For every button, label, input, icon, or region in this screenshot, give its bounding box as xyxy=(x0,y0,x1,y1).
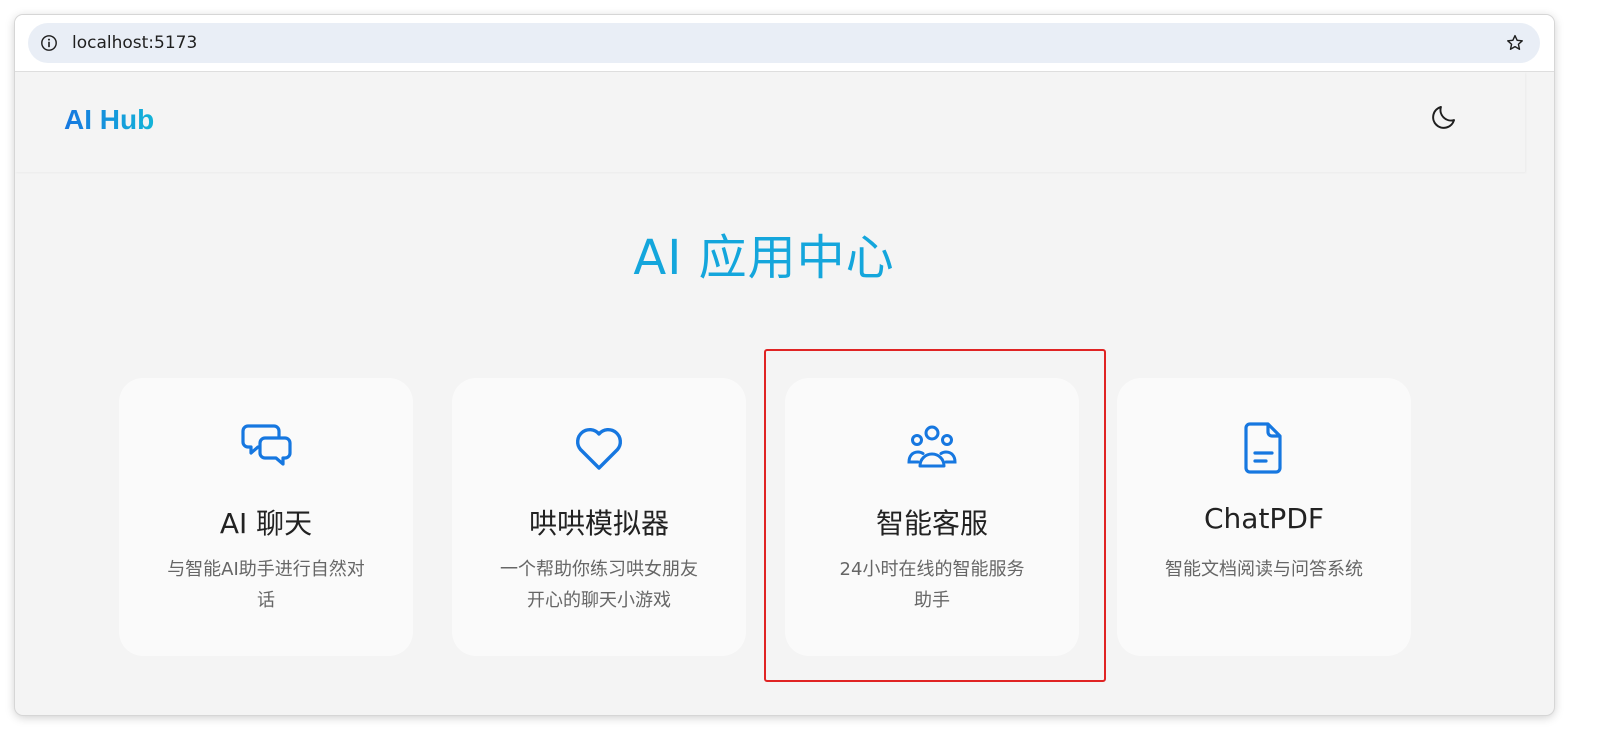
card-description: 一个帮助你练习哄女朋友开心的聊天小游戏 xyxy=(500,559,698,611)
page-title: AI 应用中心 xyxy=(633,230,895,286)
browser-toolbar: localhost:5173 xyxy=(15,15,1554,72)
card-smart-support[interactable]: 智能客服 24小时在线的智能服务助手 xyxy=(785,378,1079,656)
card-title: 哄哄模拟器 xyxy=(528,507,669,540)
card-ai-chat[interactable]: AI 聊天 与智能AI助手进行自然对话 xyxy=(119,378,413,656)
heart-icon xyxy=(575,427,623,470)
info-icon[interactable] xyxy=(40,34,58,52)
card-description: 24小时在线的智能服务助手 xyxy=(839,559,1025,611)
app-logo[interactable]: AI Hub xyxy=(64,104,154,136)
card-coax-simulator[interactable]: 哄哄模拟器 一个帮助你练习哄女朋友开心的聊天小游戏 xyxy=(452,378,746,656)
app-header: AI Hub xyxy=(15,72,1525,172)
card-description: 智能文档阅读与问答系统 xyxy=(1165,559,1363,580)
card-chatpdf[interactable]: ChatPDF 智能文档阅读与问答系统 xyxy=(1117,378,1411,656)
app-page: AI Hub AI 应用中心 AI 聊天 与智能AI助手进行自然对话 哄哄模拟器… xyxy=(15,72,1554,715)
users-group-icon xyxy=(907,425,957,468)
card-title: 智能客服 xyxy=(875,507,988,540)
moon-icon[interactable] xyxy=(1429,102,1459,132)
bookmark-star-icon[interactable] xyxy=(1505,33,1525,53)
address-bar[interactable]: localhost:5173 xyxy=(28,23,1540,63)
chat-bubbles-icon xyxy=(241,424,292,466)
card-description: 与智能AI助手进行自然对话 xyxy=(167,559,365,611)
card-title: AI 聊天 xyxy=(219,507,313,540)
url-text[interactable]: localhost:5173 xyxy=(72,32,197,54)
document-icon xyxy=(1244,422,1282,474)
card-title: ChatPDF xyxy=(1204,502,1324,535)
browser-window: localhost:5173 AI Hub AI 应用中心 AI 聊天 与智能A… xyxy=(15,15,1554,715)
